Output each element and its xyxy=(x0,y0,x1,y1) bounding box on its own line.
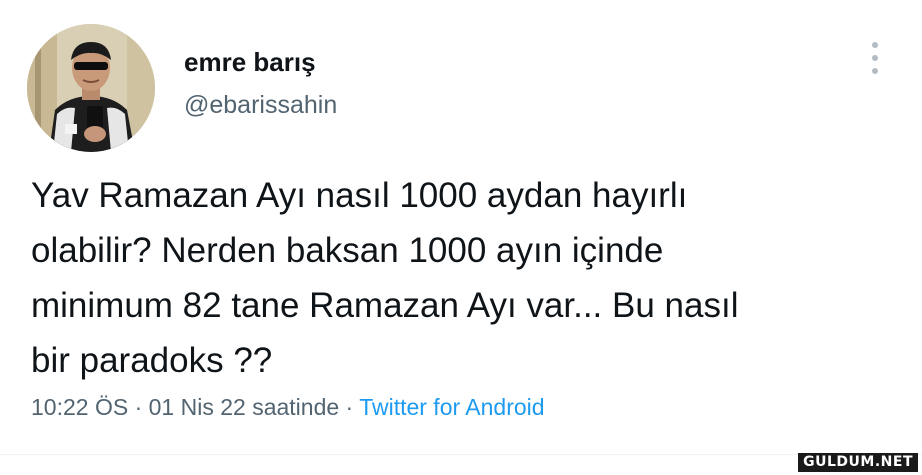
more-dot xyxy=(872,68,878,74)
author-handle[interactable]: @ebarissahin xyxy=(184,90,337,120)
avatar-photo xyxy=(27,24,155,152)
more-dot xyxy=(872,42,878,48)
more-vertical-icon[interactable] xyxy=(862,38,888,78)
divider xyxy=(0,454,922,455)
watermark-logo: GULDUM.NET xyxy=(798,453,918,472)
author-display-name[interactable]: emre barış xyxy=(184,47,316,77)
tweet-text: Yav Ramazan Ayı nasıl 1000 aydan hayırlı… xyxy=(31,176,739,380)
more-dot xyxy=(872,55,878,61)
meta-separator: · xyxy=(339,394,360,420)
tweet-source-link[interactable]: Twitter for Android xyxy=(359,394,544,420)
avatar[interactable] xyxy=(27,24,155,152)
meta-separator: · xyxy=(128,394,149,420)
tweet-meta: 10:22 ÖS · 01 Nis 22 saatinde · Twitter … xyxy=(31,392,545,422)
tweet-date[interactable]: 01 Nis 22 saatinde xyxy=(149,394,340,420)
tweet-time[interactable]: 10:22 ÖS xyxy=(31,394,128,420)
